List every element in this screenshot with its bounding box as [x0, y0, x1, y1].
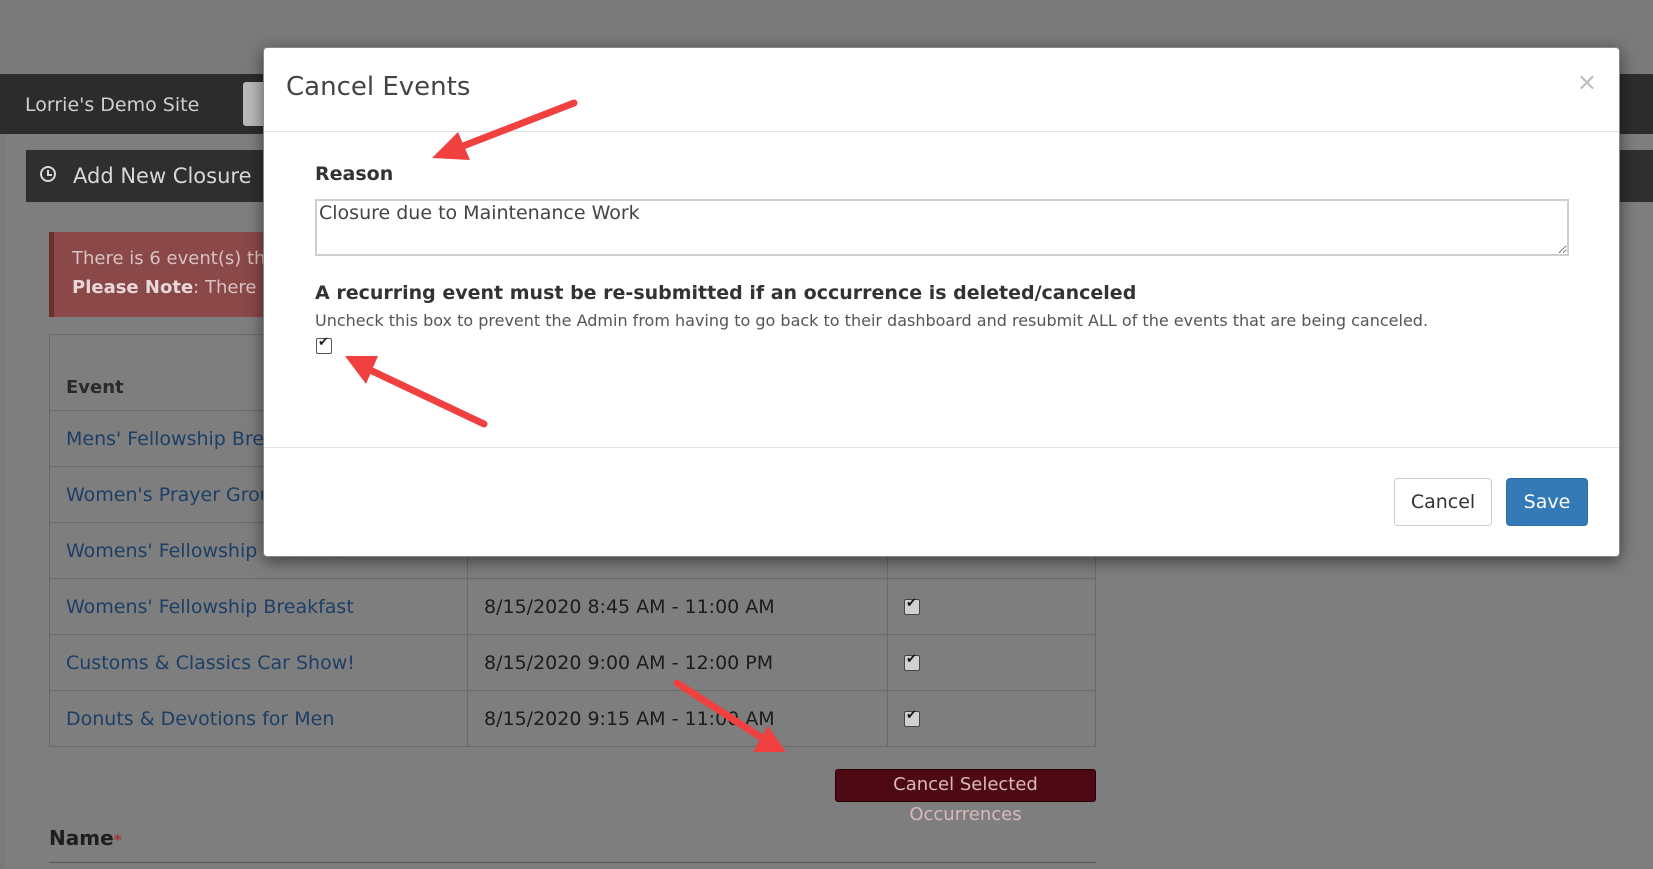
event-link[interactable]: Donuts & Devotions for Men [49, 690, 468, 747]
alert-line-1: There is 6 event(s) th [72, 248, 266, 269]
name-field-label: Name* [49, 826, 122, 850]
select-cell [887, 690, 1096, 747]
event-date: 8/15/2020 9:15 AM - 11:00 AM [467, 690, 888, 747]
event-link[interactable]: Womens' Fellowship Breakfast [49, 578, 468, 635]
recurring-help-text: Uncheck this box to prevent the Admin fr… [315, 311, 1429, 330]
clock-icon [40, 166, 56, 182]
event-date: 8/15/2020 9:00 AM - 12:00 PM [467, 634, 888, 691]
reason-label: Reason [315, 163, 394, 185]
alert-note-bold: Please Note [72, 277, 194, 298]
panel-title: Add New Closure [73, 164, 252, 188]
modal-title: Cancel Events [286, 72, 471, 102]
occurrence-checkbox[interactable] [904, 708, 920, 727]
modal-save-button[interactable]: Save [1506, 478, 1588, 526]
table-row: Customs & Classics Car Show! 8/15/2020 9… [49, 634, 1096, 691]
select-cell [887, 634, 1096, 691]
event-link[interactable]: Customs & Classics Car Show! [49, 634, 468, 691]
event-date: 8/15/2020 8:45 AM - 11:00 AM [467, 578, 888, 635]
site-name[interactable]: Lorrie's Demo Site [25, 94, 199, 116]
alert-message: There is 6 event(s) th Please Note: Ther… [49, 232, 289, 317]
occurrence-checkbox[interactable] [904, 596, 920, 615]
cancel-selected-occurrences-button[interactable]: Cancel Selected Occurrences [835, 769, 1096, 825]
table-row: Womens' Fellowship Breakfast 8/15/2020 8… [49, 578, 1096, 635]
recurring-label: A recurring event must be re-submitted i… [315, 282, 1137, 304]
modal-header: Cancel Events × [264, 48, 1619, 132]
alert-line-2: Please Note: There a [72, 277, 273, 298]
reason-textarea[interactable]: Closure due to Maintenance Work [315, 199, 1569, 256]
required-mark: * [113, 831, 122, 849]
occurrence-checkbox[interactable] [904, 652, 920, 671]
cancel-events-modal: Cancel Events × Reason Closure due to Ma… [263, 47, 1620, 557]
table-row: Donuts & Devotions for Men 8/15/2020 9:1… [49, 690, 1096, 747]
name-label-text: Name [49, 826, 114, 850]
recurring-resubmit-checkbox[interactable] [316, 335, 332, 354]
modal-footer-divider [264, 447, 1619, 448]
modal-cancel-button[interactable]: Cancel [1394, 478, 1492, 526]
page-background: Lorrie's Demo Site Add New Closure There… [0, 0, 1653, 868]
alert-note-text: : There a [193, 277, 274, 298]
select-cell [887, 578, 1096, 635]
close-icon[interactable]: × [1577, 68, 1597, 96]
